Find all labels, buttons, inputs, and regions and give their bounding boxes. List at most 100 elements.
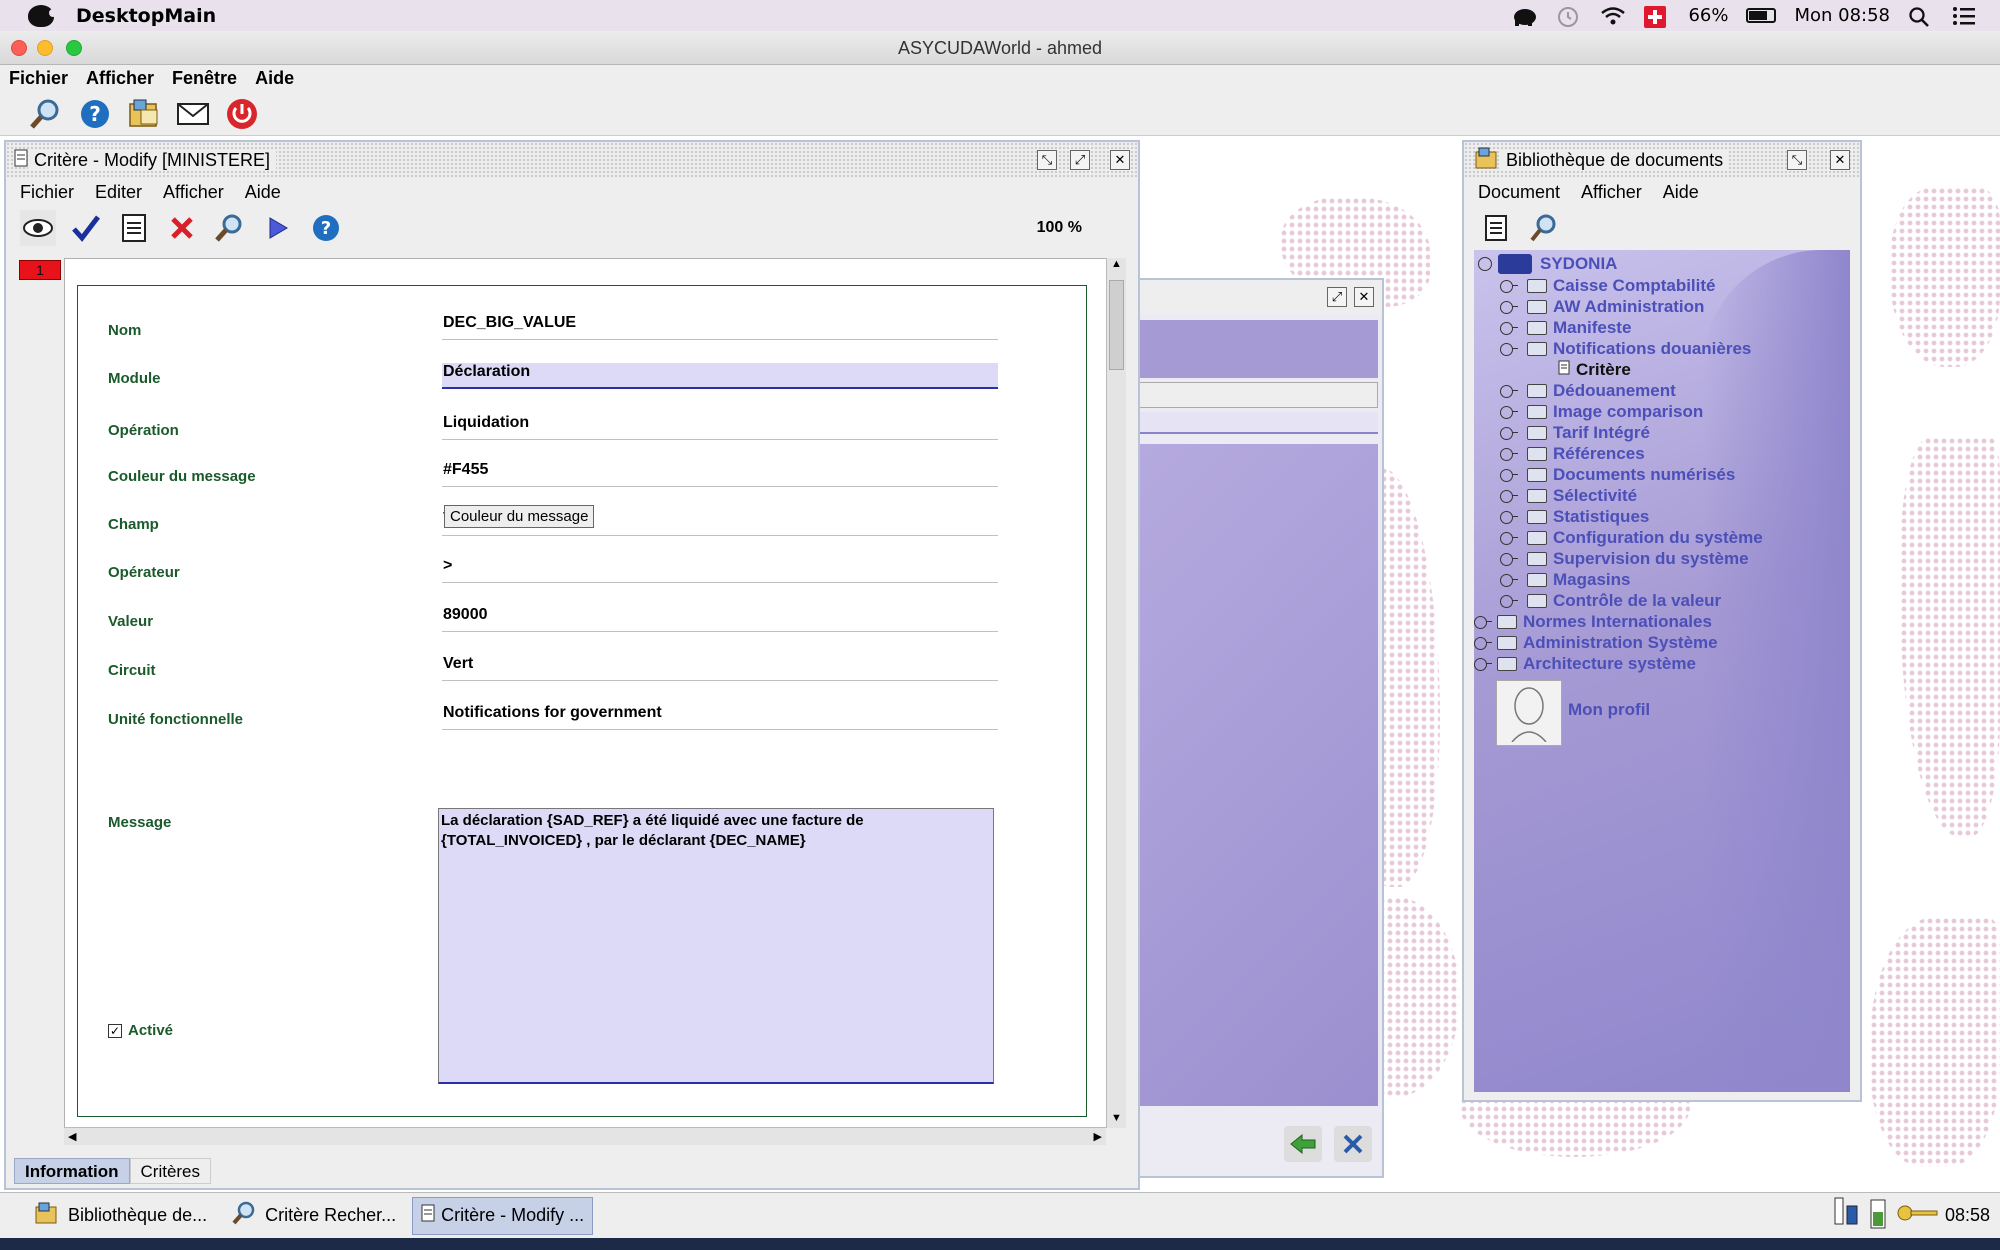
time-machine-icon[interactable] [1556,6,1582,27]
tree-item[interactable]: AW Administration [1500,297,1704,317]
collapse-toggle-icon[interactable] [1500,342,1518,356]
scroll-left-icon[interactable]: ◀ [68,1130,76,1143]
field-operation[interactable]: Liquidation [442,414,998,440]
tree-item[interactable]: Contrôle de la valeur [1500,591,1721,611]
expand-toggle-icon[interactable] [1474,636,1492,650]
tree-item[interactable]: Magasins [1500,570,1630,590]
expand-toggle-icon[interactable] [1500,300,1518,314]
tree-item[interactable]: Architecture système [1474,654,1696,674]
avatar[interactable] [1496,680,1562,746]
zoom-window-button[interactable] [66,40,82,56]
minimize-window-button[interactable] [37,40,53,56]
tree-item[interactable]: Normes Internationales [1474,612,1712,632]
tree-item[interactable]: Manifeste [1500,318,1631,338]
network-icon[interactable] [1831,1196,1861,1235]
menu-afficher[interactable]: Afficher [86,68,154,89]
library-icon[interactable] [126,96,162,132]
tree-item[interactable]: Image comparison [1500,402,1703,422]
scroll-down-icon[interactable]: ▼ [1107,1112,1126,1128]
profile-label[interactable]: Mon profil [1568,700,1650,720]
vertical-scrollbar[interactable]: ▲ ▼ [1106,258,1126,1128]
field-operateur[interactable]: > [442,557,998,583]
notification-center-icon[interactable] [1952,6,1978,26]
tree-item[interactable]: Sélectivité [1500,486,1637,506]
tree-item[interactable]: Supervision du système [1500,549,1749,569]
profile-row[interactable]: Mon profil [1496,680,1650,746]
expand-toggle-icon[interactable] [1500,594,1518,608]
tree-item[interactable]: Notifications douanières [1500,339,1751,359]
field-module[interactable]: Déclaration [442,363,998,389]
expand-toggle-icon[interactable] [1500,405,1518,419]
search-bar-field[interactable] [1138,382,1378,408]
menu-fichier[interactable]: Fichier [9,68,68,89]
menu-aide[interactable]: Aide [255,68,294,89]
expand-toggle-icon[interactable] [1500,468,1518,482]
close-icon[interactable]: ✕ [1354,287,1374,307]
back-arrow-icon[interactable] [1284,1126,1322,1162]
new-document-icon[interactable] [1478,210,1514,246]
taskbar-item-bibliotheque[interactable]: Bibliothèque de... [26,1197,215,1235]
expand-toggle-icon[interactable] [1500,384,1518,398]
scrollbar-thumb[interactable] [1109,280,1124,370]
expand-toggle-icon[interactable] [1500,321,1518,335]
horizontal-scrollbar[interactable]: ◀ ▶ [64,1127,1106,1145]
collapse-toggle-icon[interactable] [1478,257,1492,271]
menu-document[interactable]: Document [1478,182,1560,203]
key-icon[interactable] [1895,1201,1939,1230]
close-frame-icon[interactable]: ✕ [1830,150,1850,170]
restore-icon[interactable]: ⤢ [1327,287,1347,307]
search-icon[interactable] [1526,210,1562,246]
results-list[interactable] [1138,444,1378,1106]
cancel-icon[interactable] [1334,1126,1372,1162]
expand-toggle-icon[interactable] [1474,657,1492,671]
tree-item[interactable]: Références [1500,444,1645,464]
elephant-icon[interactable] [1512,6,1538,26]
tree-item[interactable]: Statistiques [1500,507,1649,527]
field-unite-fonctionnelle[interactable]: Notifications for government [442,704,998,730]
swiss-flag-icon[interactable] [1644,5,1670,28]
expand-toggle-icon[interactable] [1500,426,1518,440]
expand-toggle-icon[interactable] [1500,279,1518,293]
field-valeur[interactable]: 89000 [442,606,998,632]
taskbar-item-critere-recherche[interactable]: Critère Recher... [223,1197,404,1235]
menu-afficher[interactable]: Afficher [1581,182,1642,203]
tree-item[interactable]: Caisse Comptabilité [1500,276,1716,296]
menubar-clock[interactable]: Mon 08:58 [1794,5,1890,26]
apple-icon[interactable] [28,4,57,27]
scroll-right-icon[interactable]: ▶ [1094,1130,1102,1143]
tree-item[interactable]: Tarif Intégré [1500,423,1650,443]
power-icon[interactable] [224,96,260,132]
expand-toggle-icon[interactable] [1500,573,1518,587]
message-textarea[interactable]: La déclaration {SAD_REF} a été liquidé a… [438,808,994,1084]
close-window-button[interactable] [11,40,27,56]
expand-toggle-icon[interactable] [1500,447,1518,461]
spotlight-search-icon[interactable] [1908,6,1934,27]
battery-status-icon[interactable] [1867,1196,1889,1235]
scroll-up-icon[interactable]: ▲ [1107,258,1126,274]
tree-item[interactable]: Administration Système [1474,633,1718,653]
expand-toggle-icon[interactable] [1500,552,1518,566]
wifi-icon[interactable] [1600,6,1626,26]
taskbar-item-critere-modify[interactable]: Critère - Modify ... [412,1196,594,1235]
tree-root[interactable]: SYDONIA [1478,254,1617,274]
search-icon[interactable] [28,96,64,132]
tree-item[interactable]: Documents numérisés [1500,465,1735,485]
mail-icon[interactable] [175,96,211,132]
expand-toggle-icon[interactable] [1500,489,1518,503]
expand-toggle-icon[interactable] [1500,531,1518,545]
menu-aide[interactable]: Aide [1663,182,1699,203]
expand-toggle-icon[interactable] [1500,510,1518,524]
battery-icon[interactable] [1746,8,1777,23]
tree-item[interactable]: Configuration du système [1500,528,1763,548]
field-nom[interactable]: DEC_BIG_VALUE [442,314,998,340]
menu-fenetre[interactable]: Fenêtre [172,68,237,89]
help-icon[interactable]: ? [77,96,113,132]
tree-leaf-critere[interactable]: Critère [1558,360,1631,380]
tab-criteres[interactable]: Critères [129,1158,212,1184]
field-couleur-message[interactable]: #F455 [442,461,998,487]
app-name[interactable]: DesktopMain [76,5,216,27]
expand-toggle-icon[interactable] [1474,615,1492,629]
field-circuit[interactable]: Vert [442,655,998,681]
minimize-frame-icon[interactable]: ⤡ [1787,150,1807,170]
active-checkbox[interactable]: ✓ [108,1023,122,1038]
